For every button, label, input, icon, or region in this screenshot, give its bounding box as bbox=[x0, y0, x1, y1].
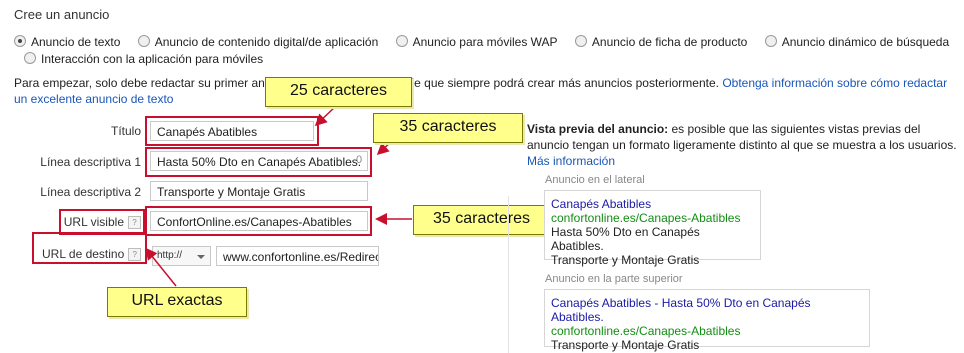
side-ad-title: Canapés Abatibles bbox=[551, 197, 652, 211]
divider bbox=[508, 196, 509, 353]
callout-35-caracteres-linea1: 35 caracteres bbox=[373, 113, 523, 143]
top-ad-title: Canapés Abatibles - Hasta 50% Dto en Can… bbox=[551, 296, 811, 324]
side-ad-line1: Hasta 50% Dto en Canapés Abatibles. bbox=[551, 225, 700, 253]
top-ad-line1: Transporte y Montaje Gratis bbox=[551, 338, 700, 352]
arrow-to-titulo bbox=[314, 105, 337, 127]
top-ad-preview: Canapés Abatibles - Hasta 50% Dto en Can… bbox=[544, 289, 870, 352]
preview-header: Vista previa del anuncio: es posible que… bbox=[527, 121, 957, 169]
side-ad-preview: Canapés Abatibles confortonline.es/Canap… bbox=[544, 190, 761, 267]
side-ad-label: Anuncio en el lateral bbox=[545, 174, 645, 186]
top-ad-url: confortonline.es/Canapes-Abatibles bbox=[551, 324, 741, 338]
arrow-to-url-destino bbox=[145, 247, 177, 287]
callout-url-exactas: URL exactas bbox=[107, 287, 247, 317]
callout-25-caracteres: 25 caracteres bbox=[265, 77, 412, 107]
preview-heading: Vista previa del anuncio: bbox=[527, 122, 669, 136]
top-ad-label: Anuncio en la parte superior bbox=[545, 273, 683, 285]
callout-35-caracteres-url: 35 caracteres bbox=[413, 205, 550, 235]
side-ad-url: confortonline.es/Canapes-Abatibles bbox=[551, 211, 741, 225]
side-ad-line2: Transporte y Montaje Gratis bbox=[551, 253, 700, 267]
more-info-link[interactable]: Más información bbox=[527, 154, 615, 168]
